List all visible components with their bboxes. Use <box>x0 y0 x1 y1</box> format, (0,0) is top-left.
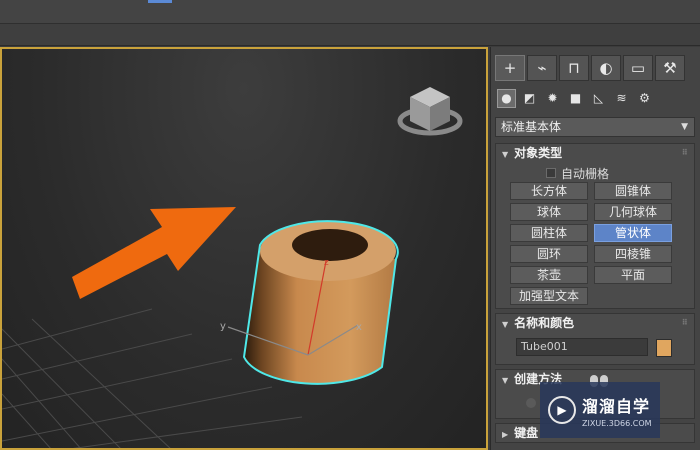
primitive-type-dropdown[interactable]: 标准基本体 ▼ <box>495 117 695 137</box>
dropdown-value: 标准基本体 <box>501 120 562 134</box>
hierarchy-tab-icon[interactable]: ⊓ <box>559 55 589 81</box>
create-tab-plus-icon[interactable]: + <box>495 55 525 81</box>
camera-icon[interactable]: ■ <box>566 89 585 108</box>
object-name-field[interactable]: Tube001 <box>516 338 648 356</box>
radio-edge-icon[interactable] <box>526 398 536 408</box>
grip-icon: ⠿ <box>681 318 689 327</box>
box-button[interactable]: 长方体 <box>510 182 588 200</box>
collapse-triangle-icon: ▼ <box>502 150 509 159</box>
chevron-down-icon: ▼ <box>681 122 688 132</box>
autogrid-option[interactable]: 自动栅格 <box>546 166 610 181</box>
object-color-swatch[interactable] <box>656 339 672 357</box>
tube-button[interactable]: 管状体 <box>594 224 672 242</box>
watermark: ▶ 溜溜自学 ZIXUE.3D66.COM <box>540 382 660 438</box>
space-warps-icon[interactable]: ≋ <box>612 89 631 108</box>
helpers-icon[interactable]: ◺ <box>589 89 608 108</box>
name-color-rollout: ▼ 名称和颜色 ⠿ Tube001 <box>495 313 695 365</box>
collapse-triangle-icon: ▼ <box>502 320 509 329</box>
main-toolbar <box>0 0 700 24</box>
keyboard-entry-title: 键盘 <box>514 426 539 440</box>
modify-tab-icon[interactable]: ⌁ <box>527 55 557 81</box>
cylinder-button[interactable]: 圆柱体 <box>510 224 588 242</box>
create-categories: ● ◩ ✹ ■ ◺ ≋ ⚙ <box>497 87 697 109</box>
watermark-logo-icon: ▶ <box>548 396 576 424</box>
grip-icon: ⠿ <box>681 148 689 157</box>
active-tool-highlight <box>148 0 172 3</box>
text-plus-button[interactable]: 加强型文本 <box>510 287 588 305</box>
geosphere-button[interactable]: 几何球体 <box>594 203 672 221</box>
view-cube-icon <box>397 87 463 136</box>
autogrid-label: 自动栅格 <box>561 166 610 181</box>
shapes-icon[interactable]: ◩ <box>520 89 539 108</box>
object-type-header[interactable]: ▼ 对象类型 ⠿ <box>496 144 694 162</box>
name-color-header[interactable]: ▼ 名称和颜色 ⠿ <box>496 314 694 332</box>
systems-icon[interactable]: ⚙ <box>635 89 654 108</box>
object-type-rollout: ▼ 对象类型 ⠿ 自动栅格 长方体 圆锥体 球体 几何球体 圆柱体 管状体 圆环 … <box>495 143 695 309</box>
geometry-sphere-icon[interactable]: ● <box>497 88 516 108</box>
axis-z-label: z <box>324 258 329 268</box>
pyramid-button[interactable]: 四棱锥 <box>594 245 672 263</box>
collapse-triangle-icon: ▼ <box>502 376 509 385</box>
ribbon-bar <box>0 24 700 46</box>
name-color-title: 名称和颜色 <box>514 316 575 330</box>
cone-button[interactable]: 圆锥体 <box>594 182 672 200</box>
watermark-subtitle: ZIXUE.3D66.COM <box>582 418 652 428</box>
axis-y-label: y <box>220 321 226 332</box>
motion-tab-icon[interactable]: ◐ <box>591 55 621 81</box>
utilities-wrench-icon[interactable]: ⚒ <box>655 55 685 81</box>
viewport-scene: z x y <box>2 87 463 448</box>
lights-icon[interactable]: ✹ <box>543 89 562 108</box>
watermark-title: 溜溜自学 <box>582 396 651 416</box>
autogrid-checkbox[interactable] <box>546 168 556 178</box>
command-panel-tabs: + ⌁ ⊓ ◐ ▭ ⚒ <box>495 55 697 81</box>
object-type-title: 对象类型 <box>514 146 563 160</box>
tube-object: z x y <box>220 220 399 385</box>
plane-button[interactable]: 平面 <box>594 266 672 284</box>
perspective-viewport[interactable]: z x y <box>0 47 488 450</box>
axis-x-label: x <box>356 322 362 333</box>
teapot-button[interactable]: 茶壶 <box>510 266 588 284</box>
display-tab-icon[interactable]: ▭ <box>623 55 653 81</box>
pointer-arrow <box>72 207 236 299</box>
torus-button[interactable]: 圆环 <box>510 245 588 263</box>
sphere-button[interactable]: 球体 <box>510 203 588 221</box>
expand-triangle-icon: ▶ <box>502 430 509 439</box>
